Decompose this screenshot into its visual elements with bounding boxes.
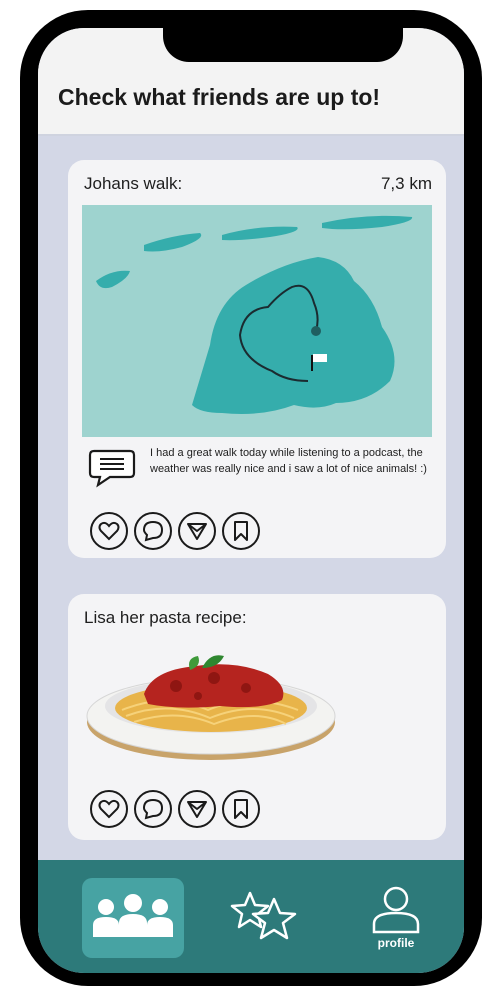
bookmark-icon[interactable] bbox=[222, 512, 260, 550]
friends-group-icon bbox=[93, 894, 173, 937]
stars-icon bbox=[230, 891, 297, 940]
comment-icon bbox=[88, 449, 136, 488]
post-actions bbox=[90, 790, 260, 828]
pasta-image[interactable] bbox=[86, 648, 336, 766]
page-title: Check what friends are up to! bbox=[58, 84, 381, 110]
post-title: Lisa her pasta recipe: bbox=[84, 608, 247, 627]
app-screen: Check what friends are up to! Johans wal… bbox=[38, 28, 464, 973]
send-icon[interactable] bbox=[178, 790, 216, 828]
heart-icon[interactable] bbox=[90, 790, 128, 828]
post-card-recipe[interactable]: Lisa her pasta recipe: bbox=[68, 594, 446, 840]
bookmark-icon[interactable] bbox=[222, 790, 260, 828]
chat-bubble-icon[interactable] bbox=[134, 790, 172, 828]
bottom-nav: profile bbox=[38, 860, 464, 973]
phone-notch bbox=[163, 28, 403, 62]
nav-profile[interactable]: profile bbox=[356, 878, 436, 958]
nav-friends[interactable] bbox=[82, 878, 184, 958]
post-comment: I had a great walk today while listening… bbox=[150, 447, 427, 475]
profile-icon bbox=[372, 886, 420, 934]
walk-map[interactable] bbox=[82, 205, 432, 437]
post-card-walk[interactable]: Johans walk: 7,3 km I had a great walk t… bbox=[68, 160, 446, 558]
walk-distance: 7,3 km bbox=[380, 174, 432, 193]
chat-bubble-icon[interactable] bbox=[134, 512, 172, 550]
nav-profile-label: profile bbox=[377, 936, 415, 950]
heart-icon[interactable] bbox=[90, 512, 128, 550]
post-title: Johans walk: bbox=[84, 174, 183, 193]
nav-favorites[interactable] bbox=[228, 878, 308, 958]
post-actions bbox=[90, 512, 260, 550]
send-icon[interactable] bbox=[178, 512, 216, 550]
